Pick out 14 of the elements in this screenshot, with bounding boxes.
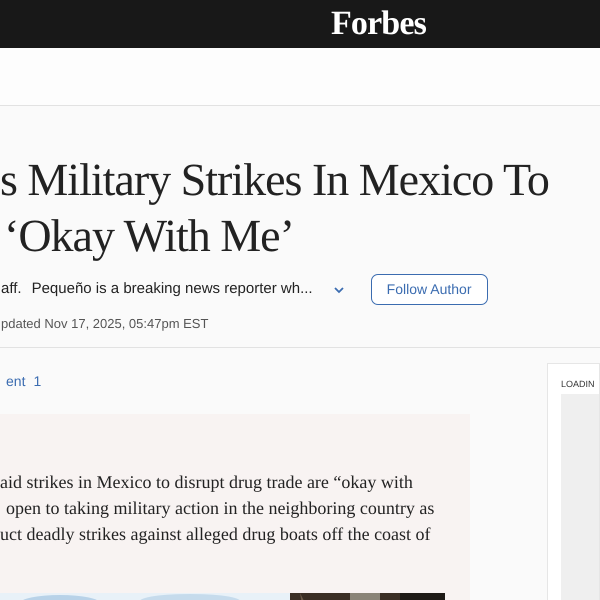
headline: ‘Okay With Me’ bbox=[4, 209, 294, 263]
headline: s Military Strikes In Mexico To bbox=[0, 153, 549, 207]
author-bio: Pequeño is a breaking news reporter wh... bbox=[32, 279, 313, 300]
summary-line: open to taking military action in the neighboring country as bbox=[6, 496, 434, 520]
summary-line: aid strikes in Mexico to disrupt drug trade are “okay with bbox=[0, 470, 413, 494]
follow-author-button[interactable]: Follow Author bbox=[370, 274, 488, 305]
chevron-icon[interactable] bbox=[332, 286, 345, 294]
loading-text: LOADIN bbox=[561, 378, 595, 390]
comment-count: 1 bbox=[33, 372, 42, 390]
byline-text: aff. bbox=[1, 279, 22, 300]
logo[interactable]: Forbes bbox=[331, 7, 426, 41]
summary-line: uct deadly strikes against alleged drug boats off the coast of bbox=[0, 522, 431, 546]
comments-link[interactable]: ent bbox=[6, 370, 26, 392]
updated-date: pdated Nov 17, 2025, 05:47pm EST bbox=[1, 315, 208, 333]
